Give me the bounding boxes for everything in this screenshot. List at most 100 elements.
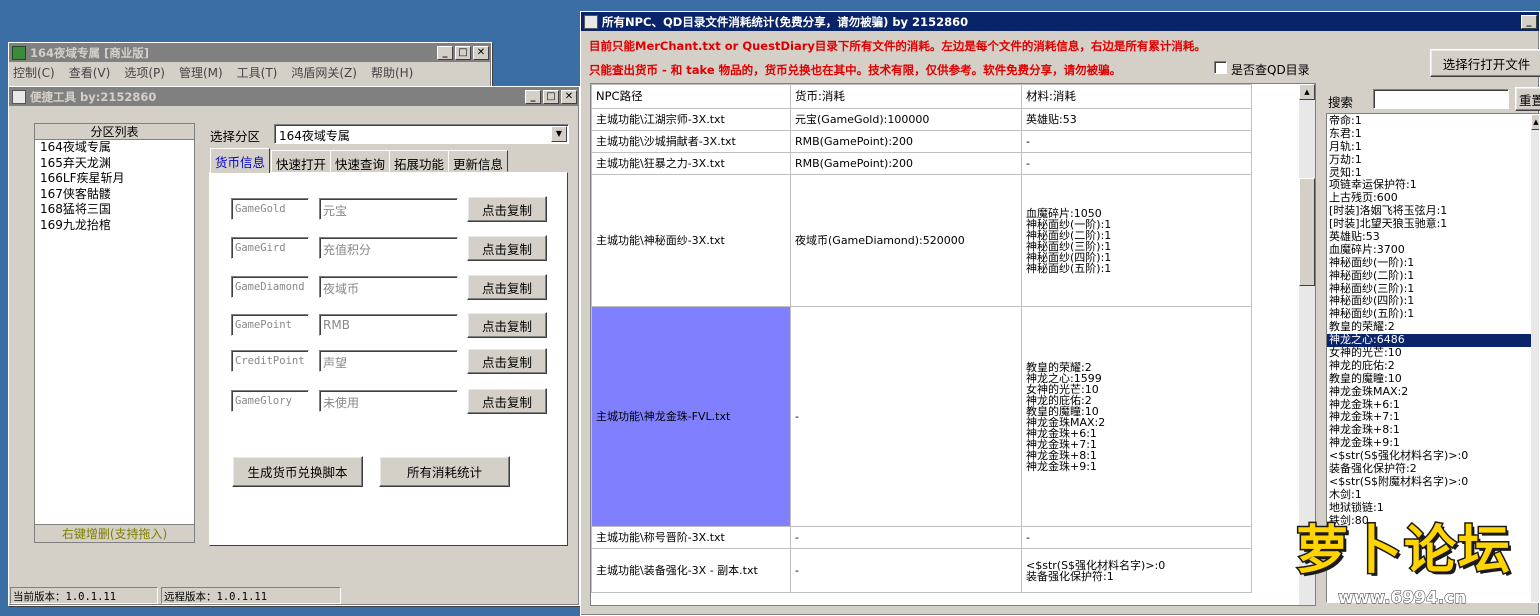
minimize-button[interactable]: _	[1521, 14, 1537, 29]
list-item[interactable]: 神秘面纱(一阶):1	[1327, 256, 1531, 270]
minimize-button[interactable]: _	[525, 89, 541, 104]
tool-window-icon	[12, 89, 26, 104]
menu-options[interactable]: 选项(P)	[124, 64, 165, 81]
menu-help[interactable]: 帮助(H)	[371, 64, 413, 81]
region-list: 164夜域专属 165弃天龙渊 166LF疾星斩月 167侠客骷髅 168猛将三…	[35, 140, 194, 233]
region-item[interactable]: 164夜域专属	[35, 140, 194, 156]
tab-currency[interactable]: 货币信息	[210, 148, 271, 173]
copy-button[interactable]: 点击复制	[467, 196, 547, 222]
maximize-button[interactable]: □	[455, 45, 471, 60]
table-row[interactable]: 主城功能\狂暴之力-3X.txt RMB(GamePoint):200 -	[591, 152, 1252, 175]
list-item[interactable]: 地狱锁链:1	[1327, 501, 1531, 515]
currency-name-field[interactable]: 元宝	[319, 198, 458, 220]
region-item[interactable]: 165弃天龙渊	[35, 156, 194, 172]
menu-manage[interactable]: 管理(M)	[179, 64, 223, 81]
maximize-button[interactable]: □	[543, 89, 559, 104]
menu-gateway[interactable]: 鸿盾网关(Z)	[291, 64, 357, 81]
header-npc-path[interactable]: NPC路径	[591, 84, 791, 109]
row-materials: -	[1021, 130, 1252, 153]
minimize-button[interactable]: _	[437, 45, 453, 60]
main-window-titlebar[interactable]: 164夜域专属 [商业版] _ □ ✕	[9, 43, 491, 62]
row-path: 主城功能\江湖宗师-3X.txt	[591, 108, 791, 131]
tab-extension[interactable]: 拓展功能	[389, 150, 450, 172]
reset-button[interactable]: 重置	[1515, 87, 1540, 111]
copy-button[interactable]: 点击复制	[467, 312, 547, 338]
generate-script-button[interactable]: 生成货币兑换脚本	[232, 456, 363, 487]
region-item[interactable]: 169九龙抬棺	[35, 218, 194, 234]
tool-window-titlebar[interactable]: 便捷工具 by:2152860 _ □ ✕	[9, 87, 579, 106]
list-item[interactable]: 女神的光芒:10	[1327, 346, 1531, 360]
copy-button[interactable]: 点击复制	[467, 388, 547, 414]
currency-name-field[interactable]: 未使用	[319, 390, 458, 412]
scroll-up-icon[interactable]: ▲	[1299, 84, 1315, 100]
scroll-up-icon[interactable]: ▲	[1531, 114, 1539, 130]
list-item[interactable]: 血魔碎片:3700	[1327, 243, 1531, 257]
close-button[interactable]: ✕	[473, 45, 489, 60]
header-currency[interactable]: 货币:消耗	[790, 84, 1022, 109]
region-list-panel: 分区列表 164夜域专属 165弃天龙渊 166LF疾星斩月 167侠客骷髅 1…	[34, 123, 195, 543]
select-open-file-button[interactable]: 选择行打开文件	[1430, 49, 1540, 77]
table-row[interactable]: 主城功能\神秘面纱-3X.txt 夜域币(GameDiamond):520000…	[591, 174, 1252, 307]
copy-button[interactable]: 点击复制	[467, 274, 547, 300]
tab-updates[interactable]: 更新信息	[448, 150, 509, 172]
qd-checkbox[interactable]	[1214, 61, 1227, 74]
region-select[interactable]: 164夜域专属 ▼	[274, 124, 569, 144]
totals-list-items: 帝命:1 东君:1 月轨:1 万劫:1 灵知:1 项链幸运保护符:1 上古残页:…	[1327, 114, 1531, 528]
list-item[interactable]: 月轨:1	[1327, 140, 1531, 154]
search-input[interactable]	[1373, 89, 1509, 109]
stats-window-titlebar[interactable]: 所有NPC、QD目录文件消耗统计(免费分享，请勿被骗) by 2152860 _	[581, 12, 1539, 31]
currency-code-field[interactable]: GameGlory	[231, 390, 309, 412]
table-row[interactable]: 主城功能\称号晋阶-3X.txt - -	[591, 526, 1252, 549]
currency-code-field[interactable]: GameGold	[231, 198, 309, 220]
currency-name-field[interactable]: 声望	[319, 350, 458, 372]
region-item[interactable]: 166LF疾星斩月	[35, 171, 194, 187]
row-path: 主城功能\神秘面纱-3X.txt	[591, 174, 791, 307]
totals-scrollbar[interactable]: ▲	[1531, 114, 1539, 602]
table-row[interactable]: 主城功能\沙城捐献者-3X.txt RMB(GamePoint):200 -	[591, 130, 1252, 153]
list-item[interactable]: 神龙的庇佑:2	[1327, 359, 1531, 373]
row-materials: <$str(S$强化材料名字)>:0 装备强化保护符:1	[1021, 548, 1252, 593]
currency-code-field[interactable]: CreditPoint	[231, 350, 309, 372]
row-currency: -	[790, 526, 1022, 549]
scroll-thumb[interactable]	[1299, 178, 1315, 286]
currency-code-field[interactable]: GameGird	[231, 237, 309, 259]
menu-bar: 控制(C) 查看(V) 选项(P) 管理(M) 工具(T) 鸿盾网关(Z) 帮助…	[9, 62, 491, 82]
table-row[interactable]: 主城功能\江湖宗师-3X.txt 元宝(GameGold):100000 英雄贴…	[591, 108, 1252, 131]
currency-name-field[interactable]: RMB	[319, 314, 458, 336]
copy-button[interactable]: 点击复制	[467, 348, 547, 374]
menu-view[interactable]: 查看(V)	[69, 64, 111, 81]
close-button[interactable]: ✕	[561, 89, 577, 104]
watermark-logo: 萝卜论坛 www.6994.cn	[1290, 520, 1530, 610]
header-materials[interactable]: 材料:消耗	[1021, 84, 1252, 109]
row-path: 主城功能\狂暴之力-3X.txt	[591, 152, 791, 175]
list-item[interactable]: 帝命:1	[1327, 114, 1531, 128]
list-item[interactable]: 万劫:1	[1327, 153, 1531, 167]
row-path: 主城功能\装备强化-3X - 副本.txt	[591, 548, 791, 593]
region-item[interactable]: 167侠客骷髅	[35, 187, 194, 203]
menu-control[interactable]: 控制(C)	[13, 64, 55, 81]
list-item[interactable]: <$str(S$附魔材料名字)>:0	[1327, 475, 1531, 489]
watermark-url: www.6994.cn	[1337, 588, 1467, 609]
all-stats-button[interactable]: 所有消耗统计	[379, 456, 510, 487]
list-item[interactable]: 英雄贴:53	[1327, 230, 1531, 244]
table-row[interactable]: 主城功能\装备强化-3X - 副本.txt - <$str(S$强化材料名字)>…	[591, 548, 1252, 593]
currency-panel: GameGold 元宝 点击复制 GameGird 充值积分 点击复制 Game…	[209, 172, 568, 546]
list-item[interactable]: 木剑:1	[1327, 488, 1531, 502]
chevron-down-icon[interactable]: ▼	[551, 126, 567, 142]
tab-quick-query[interactable]: 快速查询	[330, 150, 391, 172]
list-item[interactable]: 神秘面纱(二阶):1	[1327, 269, 1531, 283]
menu-tools[interactable]: 工具(T)	[237, 64, 278, 81]
currency-code-field[interactable]: GameDiamond	[231, 276, 309, 298]
list-item[interactable]: 教皇的魔瞳:10	[1327, 372, 1531, 386]
list-item[interactable]: 装备强化保护符:2	[1327, 462, 1531, 476]
copy-button[interactable]: 点击复制	[467, 235, 547, 261]
currency-name-field[interactable]: 夜域币	[319, 276, 458, 298]
currency-name-field[interactable]: 充值积分	[319, 237, 458, 259]
tab-quick-open[interactable]: 快速打开	[271, 150, 332, 172]
list-item[interactable]: 东君:1	[1327, 127, 1531, 141]
list-item[interactable]: 神龙金珠MAX:2	[1327, 385, 1531, 399]
main-window-title: 164夜域专属 [商业版]	[30, 45, 150, 60]
region-item[interactable]: 168猛将三国	[35, 202, 194, 218]
currency-code-field[interactable]: GamePoint	[231, 314, 309, 336]
table-row-selected[interactable]: 主城功能\神龙金珠-FVL.txt - 教皇的荣耀:2 神龙之心:1599 女神…	[591, 306, 1252, 527]
